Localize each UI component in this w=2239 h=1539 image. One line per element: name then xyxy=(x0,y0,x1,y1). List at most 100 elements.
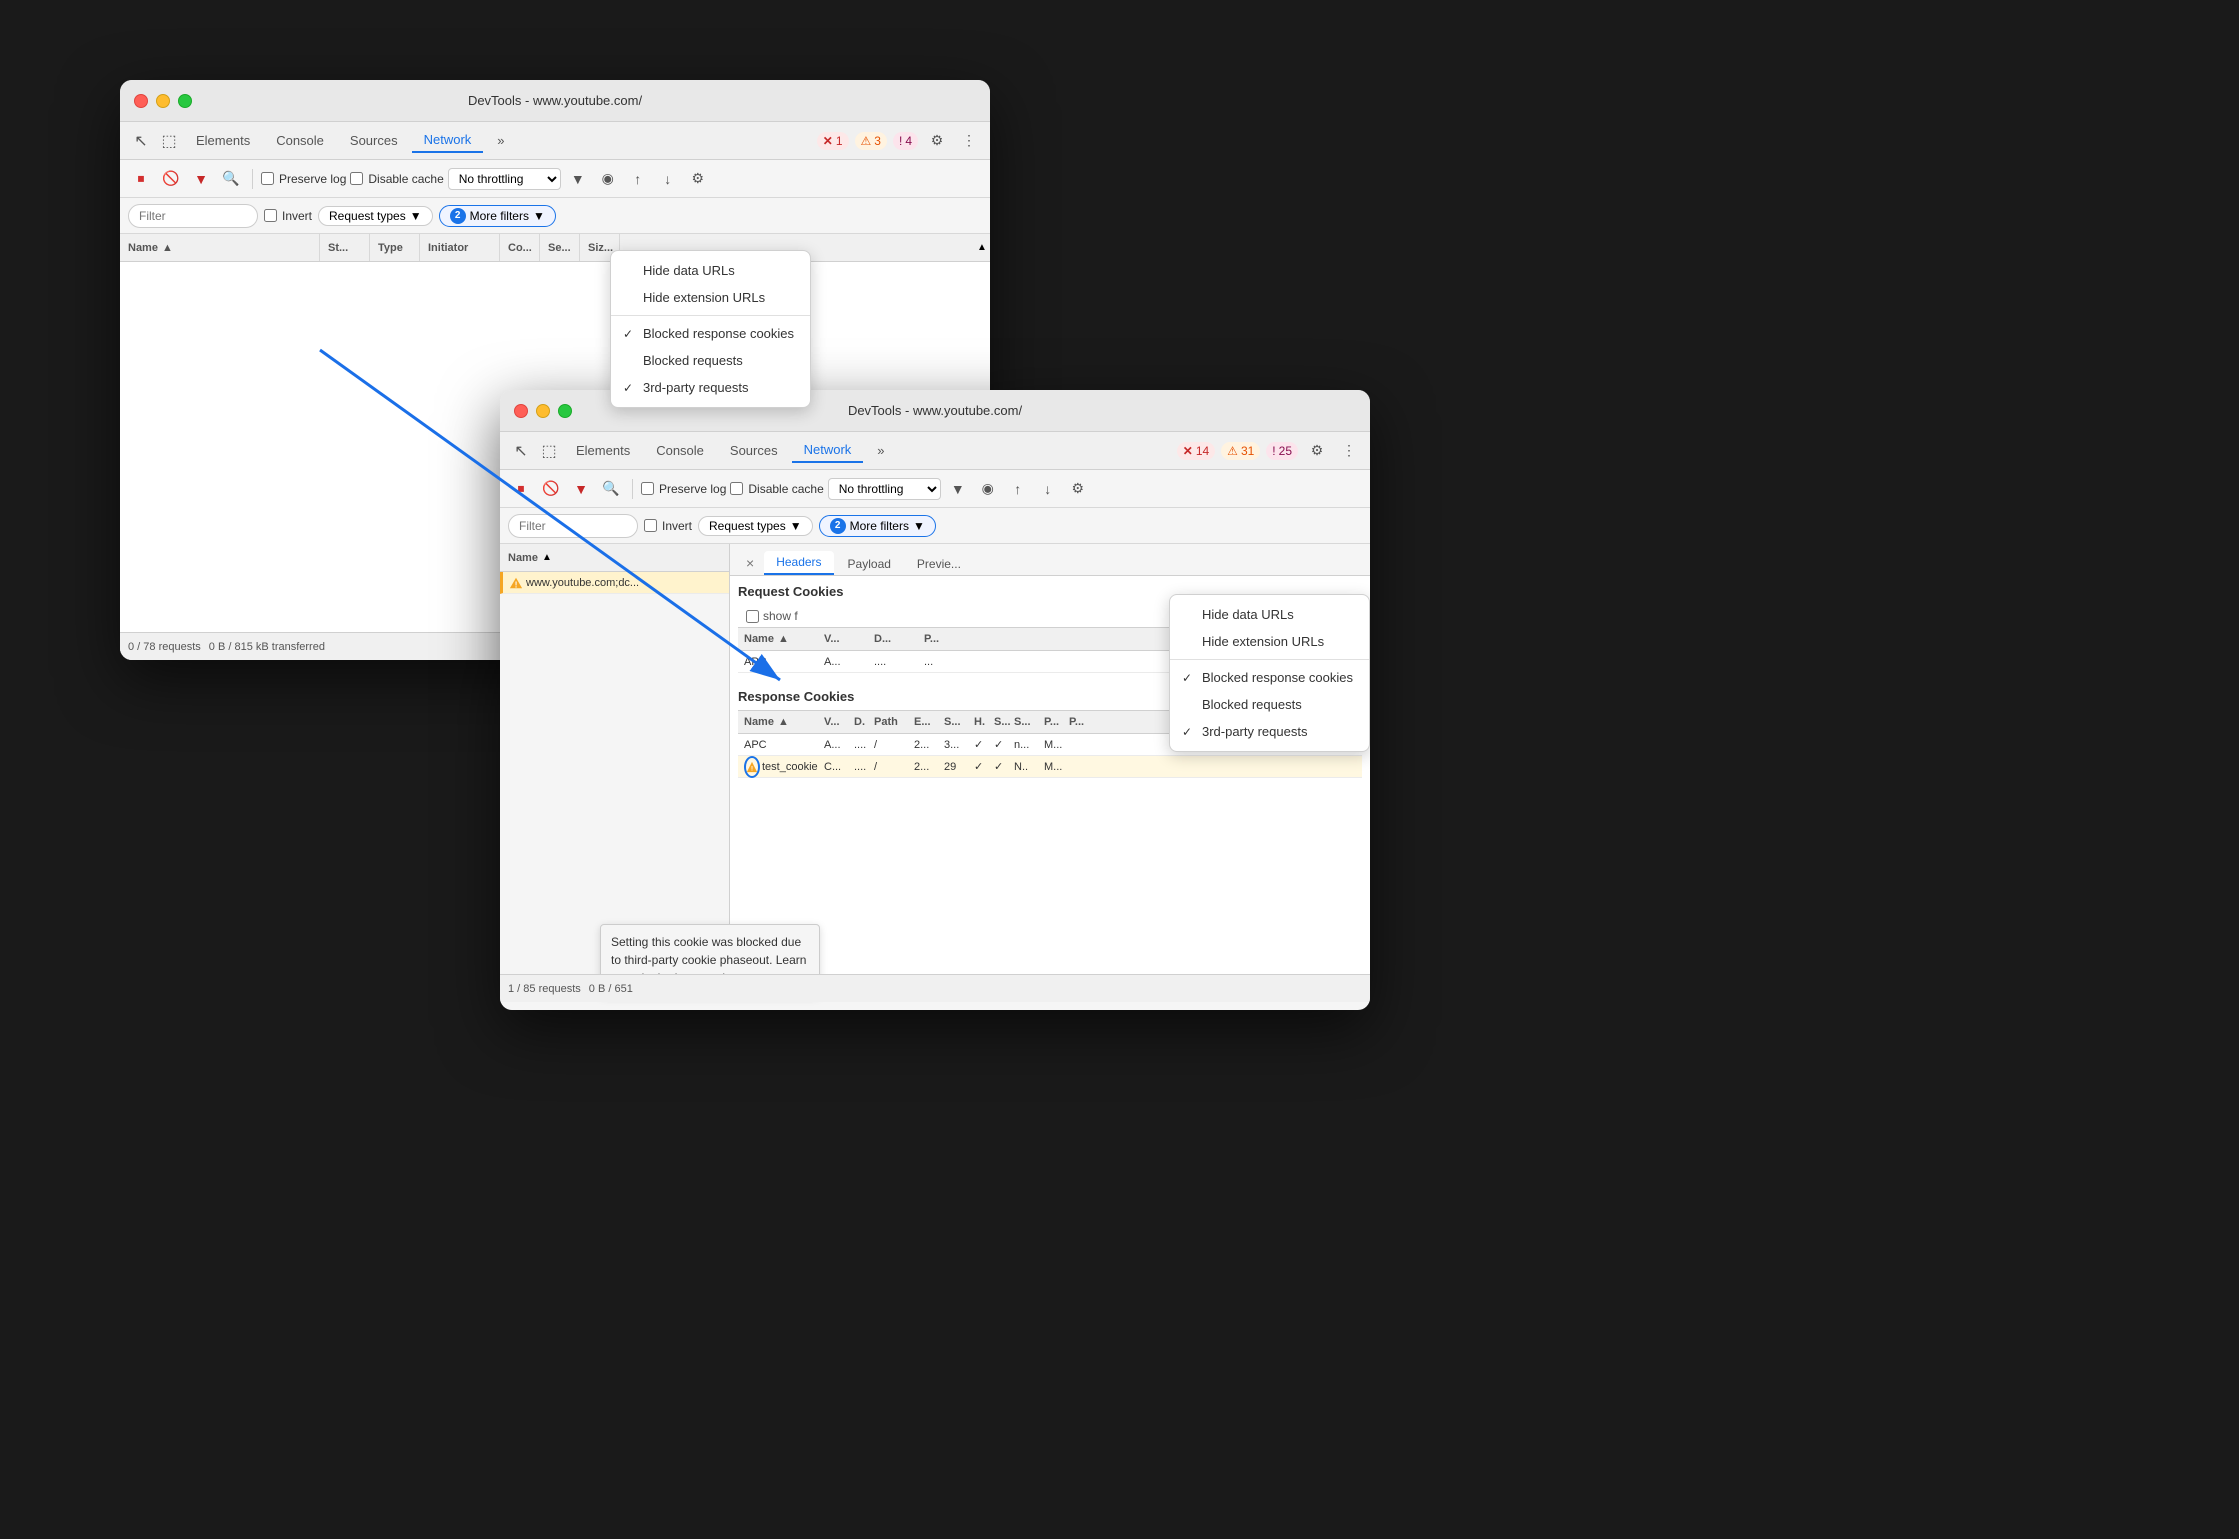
more-icon-front[interactable]: ⋮ xyxy=(1336,438,1362,464)
network-toolbar-back: ⏹ 🚫 ▼ 🔍 Preserve log Disable cache No th… xyxy=(120,160,990,198)
menu-blocked-requests-back[interactable]: Blocked requests xyxy=(611,347,810,374)
more-filters-btn-front[interactable]: 2 More filters ▼ xyxy=(819,515,936,537)
menu-blocked-cookies-back[interactable]: Blocked response cookies xyxy=(611,320,810,347)
cursor-icon-back[interactable]: ↖ xyxy=(128,128,154,154)
tab-network-back[interactable]: Network xyxy=(412,128,484,153)
preserve-log-front[interactable]: Preserve log xyxy=(641,482,726,496)
info-icon-front: ! xyxy=(1272,444,1275,458)
resp-cookie-s2-1: ✓ xyxy=(988,738,1008,751)
show-filter-checkbox[interactable] xyxy=(746,610,759,623)
download-icon-front[interactable]: ↓ xyxy=(1035,476,1061,502)
sort-arrow-back: ▲ xyxy=(162,242,173,254)
menu-hide-ext-urls-back[interactable]: Hide extension URLs xyxy=(611,284,810,311)
resp-th-d: D. xyxy=(848,716,868,728)
invert-checkbox-back[interactable] xyxy=(264,209,277,222)
request-types-btn-back[interactable]: Request types ▼ xyxy=(318,206,433,226)
th-status-back[interactable]: St... xyxy=(320,234,370,261)
resp-cookie-p-2: M... xyxy=(1038,761,1063,773)
filter-input-front[interactable] xyxy=(508,514,638,538)
row-warning-icon: ! xyxy=(509,576,523,590)
filter-icon-front[interactable]: ▼ xyxy=(568,476,594,502)
disable-cache-front[interactable]: Disable cache xyxy=(730,482,823,496)
th-col1-back[interactable]: Co... xyxy=(500,234,540,261)
wifi-icon-front[interactable]: ◉ xyxy=(975,476,1001,502)
tab-network-front[interactable]: Network xyxy=(792,438,864,463)
preserve-log-back[interactable]: Preserve log xyxy=(261,172,346,186)
maximize-button-front[interactable] xyxy=(558,404,572,418)
cursor-icon-front[interactable]: ↖ xyxy=(508,438,534,464)
th-type-back[interactable]: Type xyxy=(370,234,420,261)
resp-th-s3: S... xyxy=(1008,716,1038,728)
close-button-back[interactable] xyxy=(134,94,148,108)
tab-payload[interactable]: Payload xyxy=(836,553,903,575)
device-icon-back[interactable]: ⬚ xyxy=(156,128,182,154)
menu-3rd-party-front[interactable]: 3rd-party requests xyxy=(1170,718,1369,745)
invert-checkbox-front[interactable] xyxy=(644,519,657,532)
settings2-icon-front[interactable]: ⚙ xyxy=(1065,476,1091,502)
menu-hide-ext-urls-front[interactable]: Hide extension URLs xyxy=(1170,628,1369,655)
preserve-log-checkbox-back[interactable] xyxy=(261,172,274,185)
minimize-button-front[interactable] xyxy=(536,404,550,418)
tab-sources-back[interactable]: Sources xyxy=(338,129,410,152)
preserve-log-checkbox-front[interactable] xyxy=(641,482,654,495)
tab-headers[interactable]: Headers xyxy=(764,551,833,575)
tab-console-front[interactable]: Console xyxy=(644,439,716,462)
main-area-front: Name ▲ ! www.youtube.com;dc... × Headers… xyxy=(500,544,1370,974)
upload-icon-back[interactable]: ↑ xyxy=(625,166,651,192)
invert-filter-front[interactable]: Invert xyxy=(644,519,692,533)
resp-cookie-row-2[interactable]: ! test_cookie C... .... / 2... 29 ✓ ✓ N.… xyxy=(738,756,1362,778)
upload-icon-front[interactable]: ↑ xyxy=(1005,476,1031,502)
menu-3rd-party-back[interactable]: 3rd-party requests xyxy=(611,374,810,401)
stop-recording-front[interactable]: ⏹ xyxy=(508,476,534,502)
minimize-button-back[interactable] xyxy=(156,94,170,108)
throttle-arrow-back[interactable]: ▼ xyxy=(565,166,591,192)
th-initiator-back[interactable]: Initiator xyxy=(420,234,500,261)
throttle-select-front[interactable]: No throttling xyxy=(828,478,941,500)
menu-hide-data-urls-front[interactable]: Hide data URLs xyxy=(1170,601,1369,628)
traffic-lights-back xyxy=(134,94,192,108)
download-icon-back[interactable]: ↓ xyxy=(655,166,681,192)
menu-blocked-cookies-front[interactable]: Blocked response cookies xyxy=(1170,664,1369,691)
filter-icon-back[interactable]: ▼ xyxy=(188,166,214,192)
tab-elements-back[interactable]: Elements xyxy=(184,129,262,152)
maximize-button-back[interactable] xyxy=(178,94,192,108)
device-icon-front[interactable]: ⬚ xyxy=(536,438,562,464)
throttle-select-back[interactable]: No throttling xyxy=(448,168,561,190)
info-icon-back: ! xyxy=(899,134,902,148)
clear-front[interactable]: 🚫 xyxy=(538,476,564,502)
scroll-up-back[interactable]: ▲ xyxy=(974,242,990,253)
th-col2-back[interactable]: Se... xyxy=(540,234,580,261)
menu-blocked-requests-front[interactable]: Blocked requests xyxy=(1170,691,1369,718)
info-badge-front: ! 25 xyxy=(1266,442,1298,460)
disable-cache-checkbox-back[interactable] xyxy=(350,172,363,185)
invert-filter-back[interactable]: Invert xyxy=(264,209,312,223)
info-badge-back: ! 4 xyxy=(893,132,918,150)
th-name-back[interactable]: Name ▲ xyxy=(120,234,320,261)
tab-more-front[interactable]: » xyxy=(865,439,896,462)
close-button-front[interactable] xyxy=(514,404,528,418)
settings2-icon-back[interactable]: ⚙ xyxy=(685,166,711,192)
wifi-icon-back[interactable]: ◉ xyxy=(595,166,621,192)
more-icon-back[interactable]: ⋮ xyxy=(956,128,982,154)
request-row-front[interactable]: ! www.youtube.com;dc... xyxy=(500,572,729,594)
request-types-btn-front[interactable]: Request types ▼ xyxy=(698,516,813,536)
search-icon-back[interactable]: 🔍 xyxy=(218,166,244,192)
filter-input-back[interactable] xyxy=(128,204,258,228)
stop-recording-back[interactable]: ⏹ xyxy=(128,166,154,192)
tab-sources-front[interactable]: Sources xyxy=(718,439,790,462)
tab-console-back[interactable]: Console xyxy=(264,129,336,152)
tab-more-back[interactable]: » xyxy=(485,129,516,152)
disable-cache-checkbox-front[interactable] xyxy=(730,482,743,495)
tab-preview[interactable]: Previe... xyxy=(905,553,973,575)
search-icon-front[interactable]: 🔍 xyxy=(598,476,624,502)
more-filters-btn-back[interactable]: 2 More filters ▼ xyxy=(439,205,556,227)
close-panel-tab[interactable]: × xyxy=(738,551,762,575)
throttle-arrow-front[interactable]: ▼ xyxy=(945,476,971,502)
resp-th-p: P... xyxy=(1038,716,1063,728)
disable-cache-back[interactable]: Disable cache xyxy=(350,172,443,186)
menu-hide-data-urls-back[interactable]: Hide data URLs xyxy=(611,257,810,284)
clear-back[interactable]: 🚫 xyxy=(158,166,184,192)
settings-icon-front[interactable]: ⚙ xyxy=(1304,438,1330,464)
tab-elements-front[interactable]: Elements xyxy=(564,439,642,462)
settings-icon-back[interactable]: ⚙ xyxy=(924,128,950,154)
